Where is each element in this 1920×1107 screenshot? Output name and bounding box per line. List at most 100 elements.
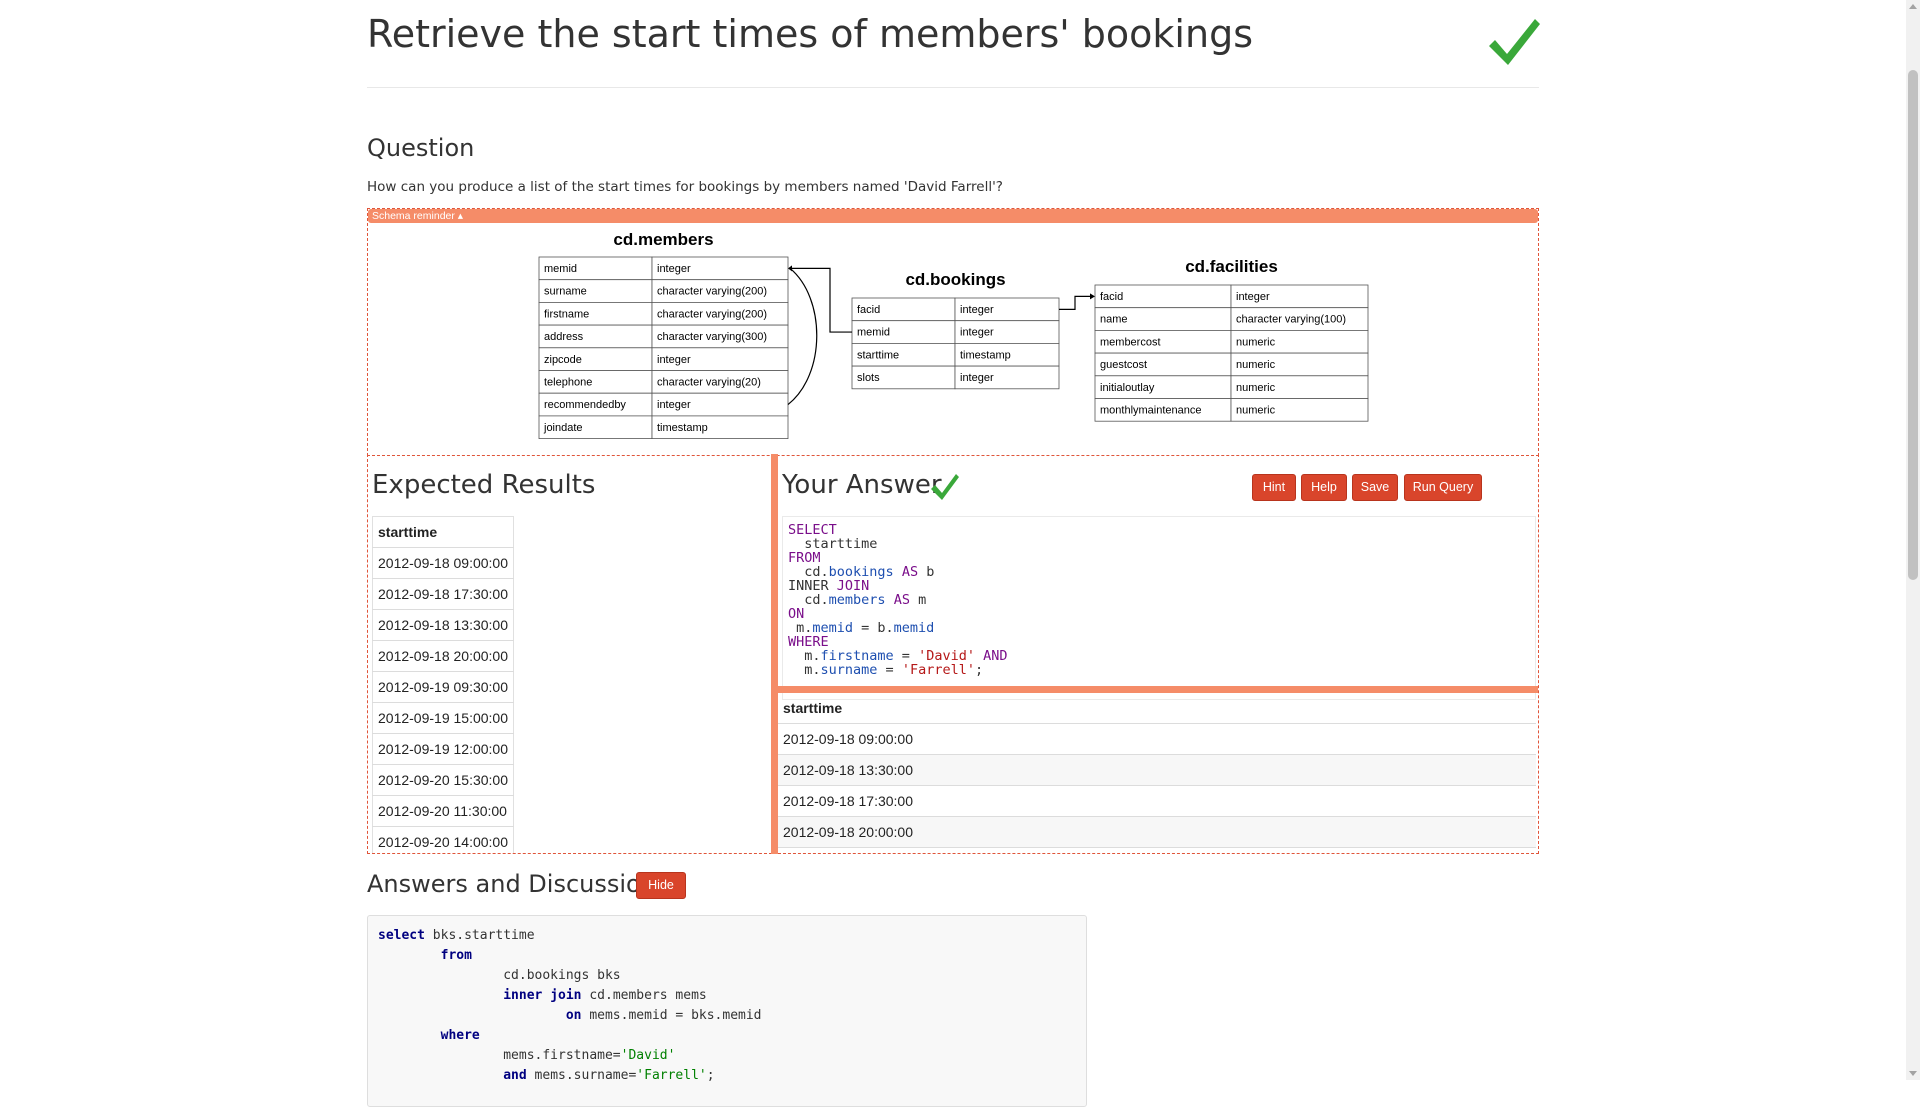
schema-reminder-toggle[interactable]: Schema reminder ▴	[368, 209, 1538, 223]
code-line: WHERE	[788, 634, 829, 650]
table-row: 2012-09-20 15:30:00	[372, 764, 514, 796]
discussion-heading: Answers and Discussion	[367, 870, 656, 898]
your-answer-panel: Your Answer Hint Help Save Run Query SEL…	[778, 454, 1539, 854]
schema-table-title: cd.members	[613, 230, 713, 249]
scroll-down-arrow-icon[interactable]	[1909, 1071, 1917, 1076]
page-title: Retrieve the start times of members' boo…	[367, 12, 1253, 56]
table-row: 2012-09-18 09:00:00	[372, 547, 514, 579]
schema-reminder-panel: Schema reminder ▴ cd.members memid integer…	[367, 208, 1539, 456]
schema-column-name: memid	[544, 263, 577, 275]
schema-column-name: slots	[857, 372, 880, 384]
members-bookings-link	[792, 267, 852, 333]
schema-column-type: integer	[960, 372, 994, 384]
table-cell: 2012-09-18 20:00:00	[372, 640, 514, 672]
discussion-code-block: select bks.starttime from cd.bookings bk…	[367, 915, 1087, 1107]
schema-column-type: integer	[960, 304, 994, 316]
code-line: INNER JOIN	[788, 578, 870, 594]
table-row: 2012-09-20 14:00:00	[372, 826, 514, 853]
hide-discussion-button[interactable]: Hide	[636, 872, 686, 899]
schema-column-type: numeric	[1236, 382, 1276, 394]
table-cell: 2012-09-18 13:30:00	[778, 754, 1536, 786]
table-cell: 2012-09-18 13:30:00	[372, 609, 514, 641]
panel-resize-handle[interactable]	[771, 454, 778, 854]
code-line: starttime	[788, 536, 878, 552]
save-button[interactable]: Save	[1352, 474, 1398, 501]
scroll-thumb[interactable]	[1908, 70, 1918, 580]
schema-column-name: initialoutlay	[1100, 382, 1155, 394]
code-line: ON	[788, 606, 805, 622]
checkmark-icon	[1489, 19, 1540, 65]
table-row: 2012-09-19 09:30:00	[372, 671, 514, 703]
schema-column-name: memid	[857, 327, 890, 339]
scroll-up-arrow-icon[interactable]	[1909, 4, 1917, 9]
schema-column-type: character varying(300)	[657, 331, 767, 343]
table-row: 2012-09-18 13:30:00	[372, 609, 514, 641]
editor-resize-handle[interactable]	[778, 686, 1538, 693]
table-cell: 2012-09-19 12:00:00	[372, 733, 514, 765]
schema-column-type: character varying(100)	[1236, 314, 1346, 326]
table-cell: 2012-09-18 09:00:00	[778, 723, 1536, 755]
arrowhead-icon	[788, 265, 792, 272]
sql-code-editor[interactable]: SELECT starttime FROM cd.bookings AS b INN…	[782, 516, 1536, 700]
code-line: FROM	[788, 550, 821, 566]
schema-column-type: timestamp	[960, 349, 1011, 361]
table-cell: 2012-09-18 17:30:00	[372, 578, 514, 610]
table-cell: 2012-09-18 17:30:00	[778, 785, 1536, 817]
code-line: from	[440, 948, 472, 963]
schema-column-type: integer	[657, 263, 691, 275]
expected-column-header: starttime	[372, 516, 514, 548]
query-results-table: starttime 2012-09-18 09:00:00 2012-09-18 …	[778, 693, 1536, 848]
schema-column-name: facid	[1100, 291, 1123, 303]
table-cell: 2012-09-20 11:30:00	[372, 795, 514, 827]
code-line: inner join cd.members mems	[503, 988, 707, 1003]
table-cell: 2012-09-18 20:00:00	[778, 816, 1536, 848]
title-divider	[367, 87, 1539, 88]
page-scrollbar[interactable]	[1906, 0, 1920, 1080]
schema-column-type: integer	[1236, 291, 1270, 303]
schema-table-title: cd.facilities	[1185, 257, 1278, 276]
schema-diagram: cd.members memid integer surname character v…	[538, 230, 1369, 439]
schema-column-type: timestamp	[657, 422, 708, 434]
code-line: where	[440, 1028, 480, 1043]
schema-column-type: integer	[657, 399, 691, 411]
table-row: 2012-09-18 17:30:00	[372, 578, 514, 610]
results-column-header: starttime	[778, 693, 1536, 724]
schema-column-name: firstname	[544, 308, 589, 320]
expected-results-heading: Expected Results	[372, 470, 596, 500]
schema-column-name: recommendedby	[544, 399, 626, 411]
hint-button[interactable]: Hint	[1252, 474, 1296, 501]
table-row: 2012-09-18 13:30:00	[778, 754, 1536, 786]
code-line: cd.bookings AS b	[788, 564, 935, 580]
table-cell: 2012-09-19 09:30:00	[372, 671, 514, 703]
schema-column-name: joindate	[543, 422, 583, 434]
code-line: mems.firstname='David'	[378, 1048, 676, 1063]
question-text: How can you produce a list of the start …	[367, 179, 1003, 195]
code-line: and mems.surname='Farrell';	[503, 1068, 715, 1083]
schema-column-name: zipcode	[544, 354, 582, 366]
table-row: 2012-09-18 17:30:00	[778, 785, 1536, 817]
help-button[interactable]: Help	[1301, 474, 1347, 501]
table-row: 2012-09-18 20:00:00	[778, 816, 1536, 848]
code-line: on mems.memid = bks.memid	[565, 1008, 762, 1023]
code-line: SELECT	[788, 522, 837, 538]
schema-column-name: starttime	[857, 349, 899, 361]
schema-column-type: character varying(20)	[657, 377, 761, 389]
table-cell: 2012-09-20 14:00:00	[372, 826, 514, 853]
schema-column-type: numeric	[1236, 336, 1276, 348]
table-row: 2012-09-19 12:00:00	[372, 733, 514, 765]
table-cell: 2012-09-18 09:00:00	[372, 547, 514, 579]
table-row: 2012-09-20 11:30:00	[372, 795, 514, 827]
code-line: m.surname = 'Farrell';	[788, 662, 984, 678]
expected-results-table: starttime 2012-09-18 09:00:00 2012-09-18 …	[372, 516, 514, 853]
run-query-button[interactable]: Run Query	[1404, 474, 1482, 501]
schema-column-type: numeric	[1236, 359, 1276, 371]
schema-column-name: name	[1100, 314, 1128, 326]
schema-column-name: address	[544, 331, 584, 343]
bookings-facilities-link	[1059, 295, 1091, 310]
schema-table-title: cd.bookings	[905, 270, 1005, 289]
schema-column-name: guestcost	[1100, 359, 1147, 371]
table-row: 2012-09-19 15:00:00	[372, 702, 514, 734]
code-line: cd.members AS m	[788, 592, 927, 608]
table-cell: 2012-09-19 15:00:00	[372, 702, 514, 734]
schema-column-name: membercost	[1100, 336, 1161, 348]
